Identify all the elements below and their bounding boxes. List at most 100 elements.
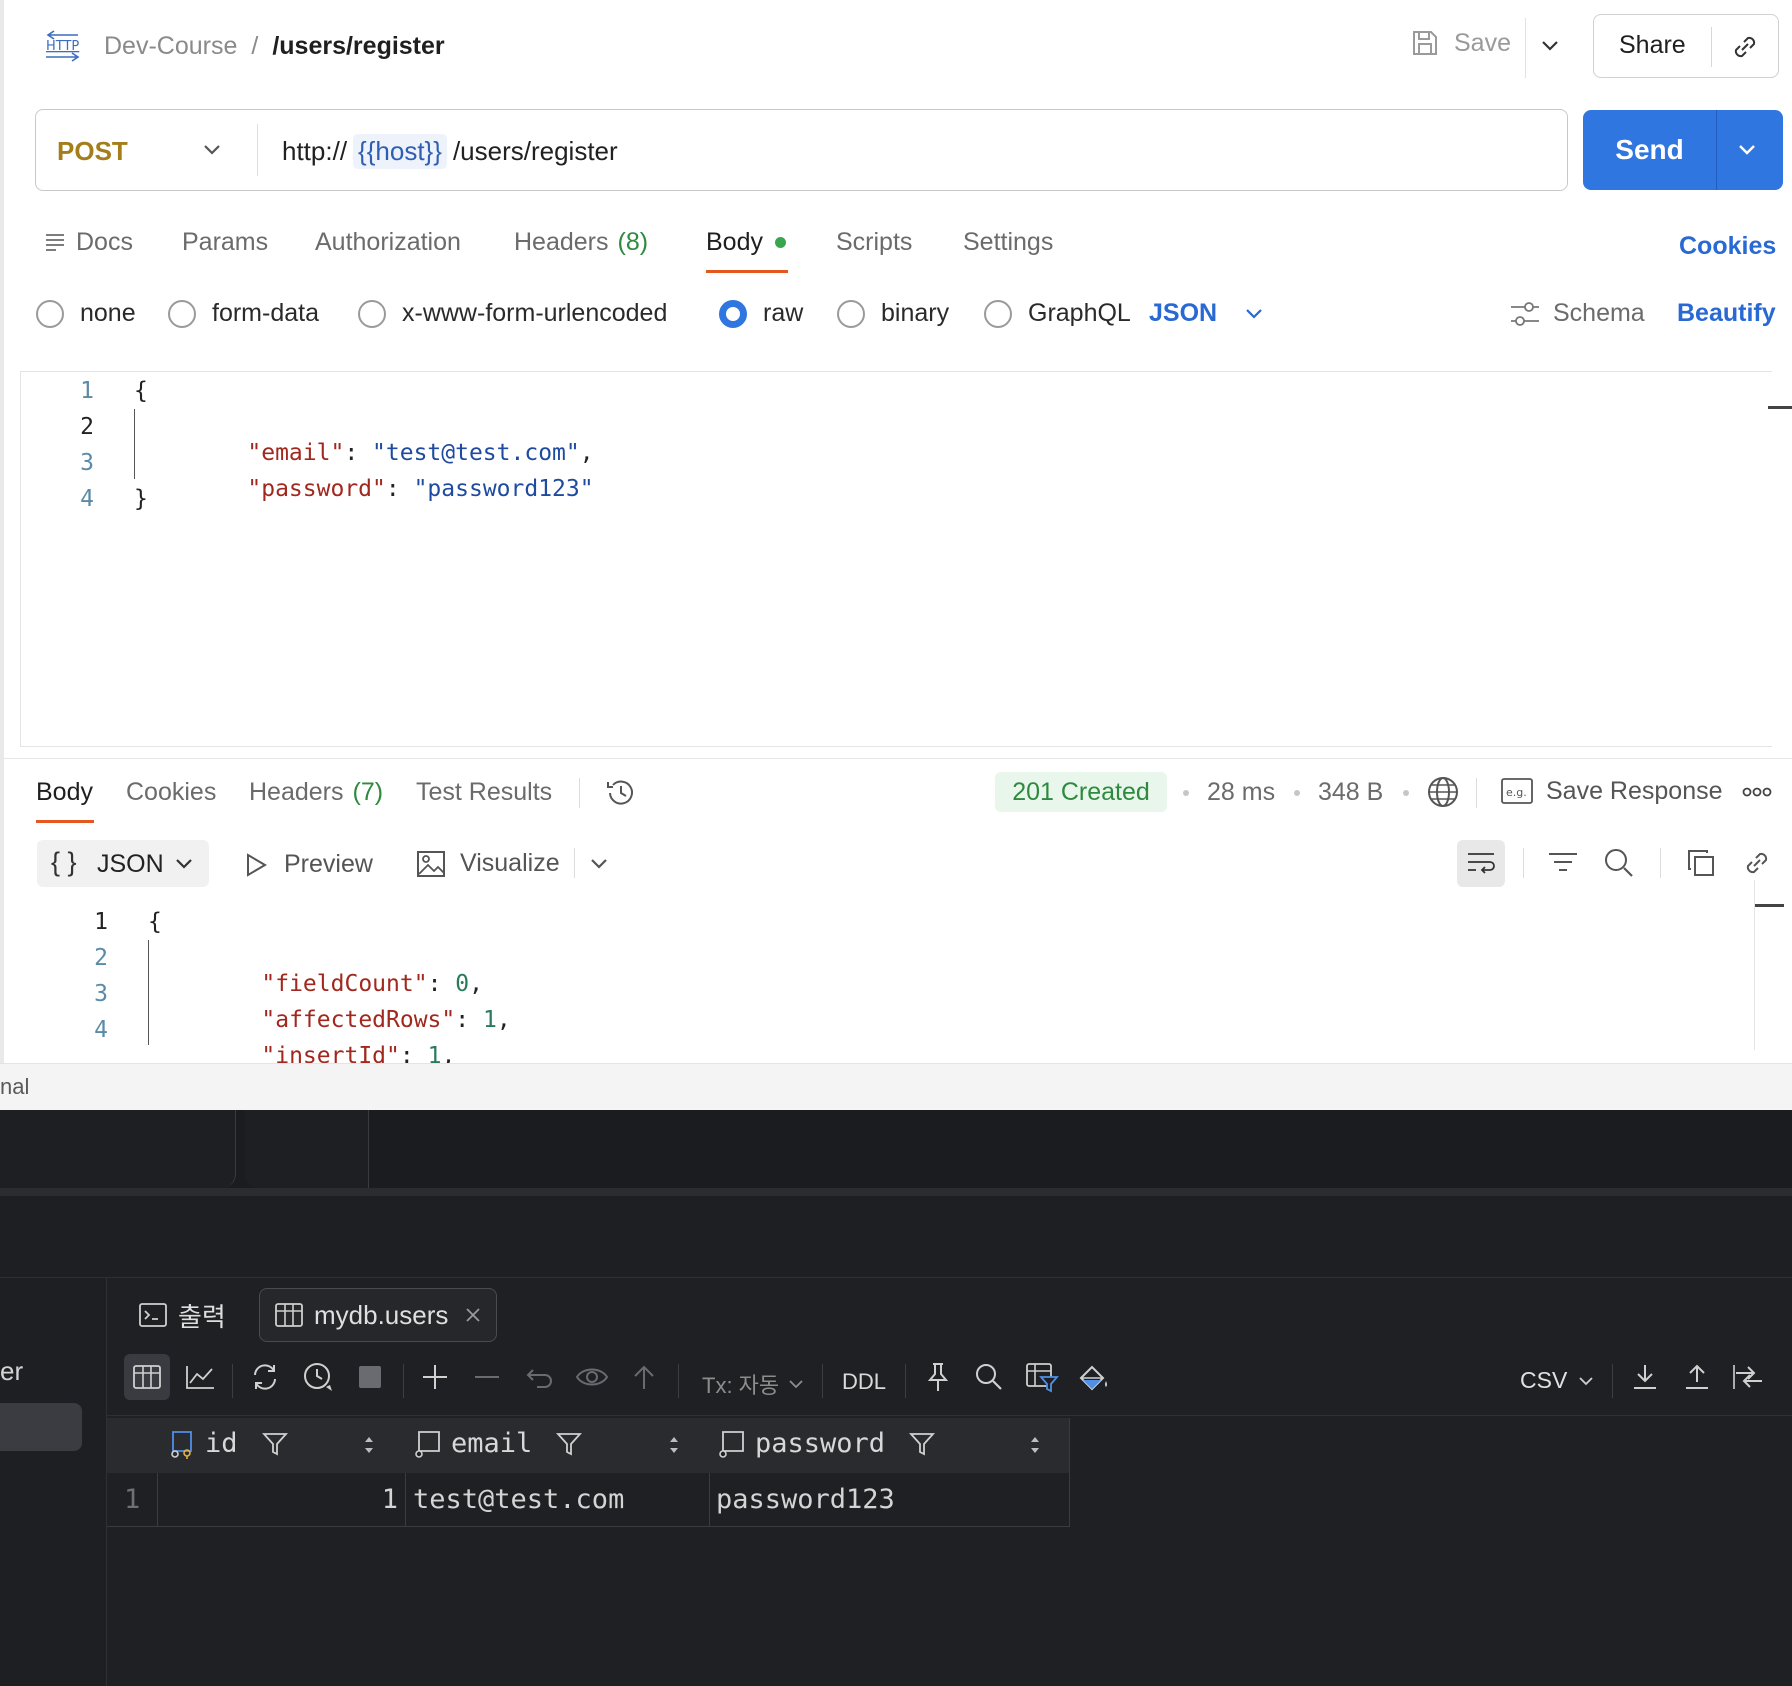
- schema-button[interactable]: Schema: [1509, 299, 1645, 328]
- sort-icon[interactable]: [1028, 1434, 1042, 1456]
- response-size[interactable]: 348 B: [1318, 778, 1383, 807]
- console-icon: [138, 1302, 168, 1328]
- response-tab-cookies[interactable]: Cookies: [126, 778, 216, 807]
- line-number: 4: [94, 1017, 108, 1043]
- code-line: }: [134, 486, 148, 512]
- add-row-icon[interactable]: [418, 1360, 452, 1394]
- globe-icon[interactable]: [1426, 775, 1460, 809]
- meta-dot: [1403, 790, 1409, 796]
- cell-email[interactable]: test@test.com: [413, 1484, 624, 1515]
- tab-scripts[interactable]: Scripts: [836, 228, 912, 257]
- wrap-lines-icon: [1466, 849, 1496, 877]
- request-name[interactable]: /users/register: [272, 32, 444, 61]
- column-header-id[interactable]: id: [167, 1428, 288, 1459]
- close-icon[interactable]: [464, 1306, 482, 1324]
- radio-form-data[interactable]: [168, 300, 196, 328]
- save-label: Save: [1454, 28, 1511, 57]
- ide-tab-slot[interactable]: [0, 1110, 236, 1188]
- send-button[interactable]: Send: [1583, 110, 1716, 190]
- link-icon[interactable]: [1729, 31, 1761, 63]
- response-format-select[interactable]: { } JSON: [37, 840, 209, 887]
- pane-divider[interactable]: [0, 758, 1792, 759]
- breadcrumb-collection[interactable]: Dev-Course: [104, 32, 237, 61]
- chart-icon[interactable]: [183, 1360, 217, 1394]
- toolbar-divider: [1660, 848, 1661, 878]
- code-line: "password": "password123": [247, 476, 594, 502]
- radio-none[interactable]: [36, 300, 64, 328]
- preview-button[interactable]: Preview: [244, 850, 373, 879]
- url-input[interactable]: http:// {{host}} /users/register: [282, 134, 618, 169]
- tab-settings[interactable]: Settings: [963, 228, 1053, 257]
- tab-authorization[interactable]: Authorization: [315, 228, 461, 257]
- column-header-password[interactable]: password: [717, 1428, 936, 1459]
- filter-icon[interactable]: [261, 1431, 288, 1457]
- save-response-button[interactable]: e.g. Save Response: [1500, 776, 1723, 806]
- compare-icon[interactable]: [1732, 1360, 1766, 1394]
- tab-output[interactable]: 출력: [138, 1288, 226, 1342]
- search-icon[interactable]: [972, 1360, 1006, 1394]
- filter-table-icon[interactable]: [1025, 1360, 1059, 1394]
- radio-urlencoded[interactable]: [358, 300, 386, 328]
- export-format-select[interactable]: CSV: [1520, 1367, 1595, 1394]
- ide-tab-slot[interactable]: [245, 1110, 369, 1188]
- search-icon[interactable]: [1603, 847, 1635, 879]
- column-header-email[interactable]: email: [413, 1428, 583, 1459]
- filter-icon[interactable]: [909, 1431, 936, 1457]
- url-divider: [257, 124, 258, 176]
- url-variable-host[interactable]: {{host}}: [353, 134, 447, 169]
- response-tab-test-results[interactable]: Test Results: [416, 778, 552, 807]
- status-badge[interactable]: 201 Created: [995, 772, 1167, 812]
- stop-icon[interactable]: [353, 1360, 387, 1394]
- download-icon[interactable]: [1628, 1360, 1662, 1394]
- pin-icon[interactable]: [921, 1360, 955, 1394]
- tab-body[interactable]: Body: [706, 228, 786, 257]
- sliders-icon: [1509, 300, 1541, 328]
- save-button[interactable]: Save: [1410, 28, 1511, 58]
- refresh-icon[interactable]: [248, 1360, 282, 1394]
- tab-headers[interactable]: Headers (8): [514, 228, 648, 257]
- visualize-options-chevron-icon[interactable]: [588, 855, 610, 873]
- revert-icon[interactable]: [523, 1360, 557, 1394]
- method-chevron-icon[interactable]: [200, 140, 224, 160]
- history-icon[interactable]: [604, 776, 638, 810]
- cell-id[interactable]: 1: [300, 1484, 398, 1515]
- tx-mode-select[interactable]: Tx: 자동: [702, 1368, 805, 1400]
- radio-binary[interactable]: [837, 300, 865, 328]
- visualize-button[interactable]: Visualize: [416, 849, 560, 878]
- response-time[interactable]: 28 ms: [1207, 778, 1275, 807]
- share-button[interactable]: Share: [1619, 31, 1686, 60]
- tab-docs[interactable]: Docs: [76, 228, 133, 257]
- body-format-select[interactable]: JSON: [1149, 299, 1265, 328]
- cookies-link[interactable]: Cookies: [1679, 232, 1776, 261]
- left-panel-selected-item[interactable]: [0, 1403, 82, 1451]
- cell-password[interactable]: password123: [716, 1484, 895, 1515]
- response-tab-body[interactable]: Body: [36, 778, 93, 807]
- upload-icon[interactable]: [1680, 1360, 1714, 1394]
- radio-raw[interactable]: [719, 300, 747, 328]
- grid-line: [1069, 1418, 1070, 1527]
- preview-changes-icon[interactable]: [575, 1360, 609, 1394]
- response-tab-headers[interactable]: Headers (7): [249, 778, 383, 807]
- filter-icon[interactable]: [1547, 849, 1579, 877]
- tab-params[interactable]: Params: [182, 228, 268, 257]
- send-options-chevron-icon[interactable]: [1735, 140, 1759, 160]
- method-select[interactable]: POST: [57, 136, 128, 167]
- beautify-button[interactable]: Beautify: [1677, 299, 1776, 328]
- radio-graphql[interactable]: [984, 300, 1012, 328]
- sort-icon[interactable]: [667, 1434, 681, 1456]
- sort-icon[interactable]: [362, 1434, 376, 1456]
- more-options-icon[interactable]: [1742, 785, 1772, 799]
- copy-icon[interactable]: [1685, 847, 1717, 879]
- filter-icon[interactable]: [556, 1431, 583, 1457]
- remove-row-icon[interactable]: [470, 1360, 504, 1394]
- chevron-down-icon: [1577, 1373, 1595, 1389]
- save-options-chevron-icon[interactable]: [1538, 36, 1562, 56]
- paint-icon[interactable]: [1077, 1360, 1111, 1394]
- link-icon[interactable]: [1741, 847, 1773, 879]
- ddl-button[interactable]: DDL: [842, 1369, 886, 1395]
- submit-icon[interactable]: [627, 1360, 661, 1394]
- clock-icon[interactable]: [301, 1360, 335, 1394]
- tab-mydb-users[interactable]: mydb.users: [259, 1288, 498, 1342]
- toolbar-divider: [1523, 848, 1524, 878]
- wrap-lines-button[interactable]: [1457, 840, 1505, 887]
